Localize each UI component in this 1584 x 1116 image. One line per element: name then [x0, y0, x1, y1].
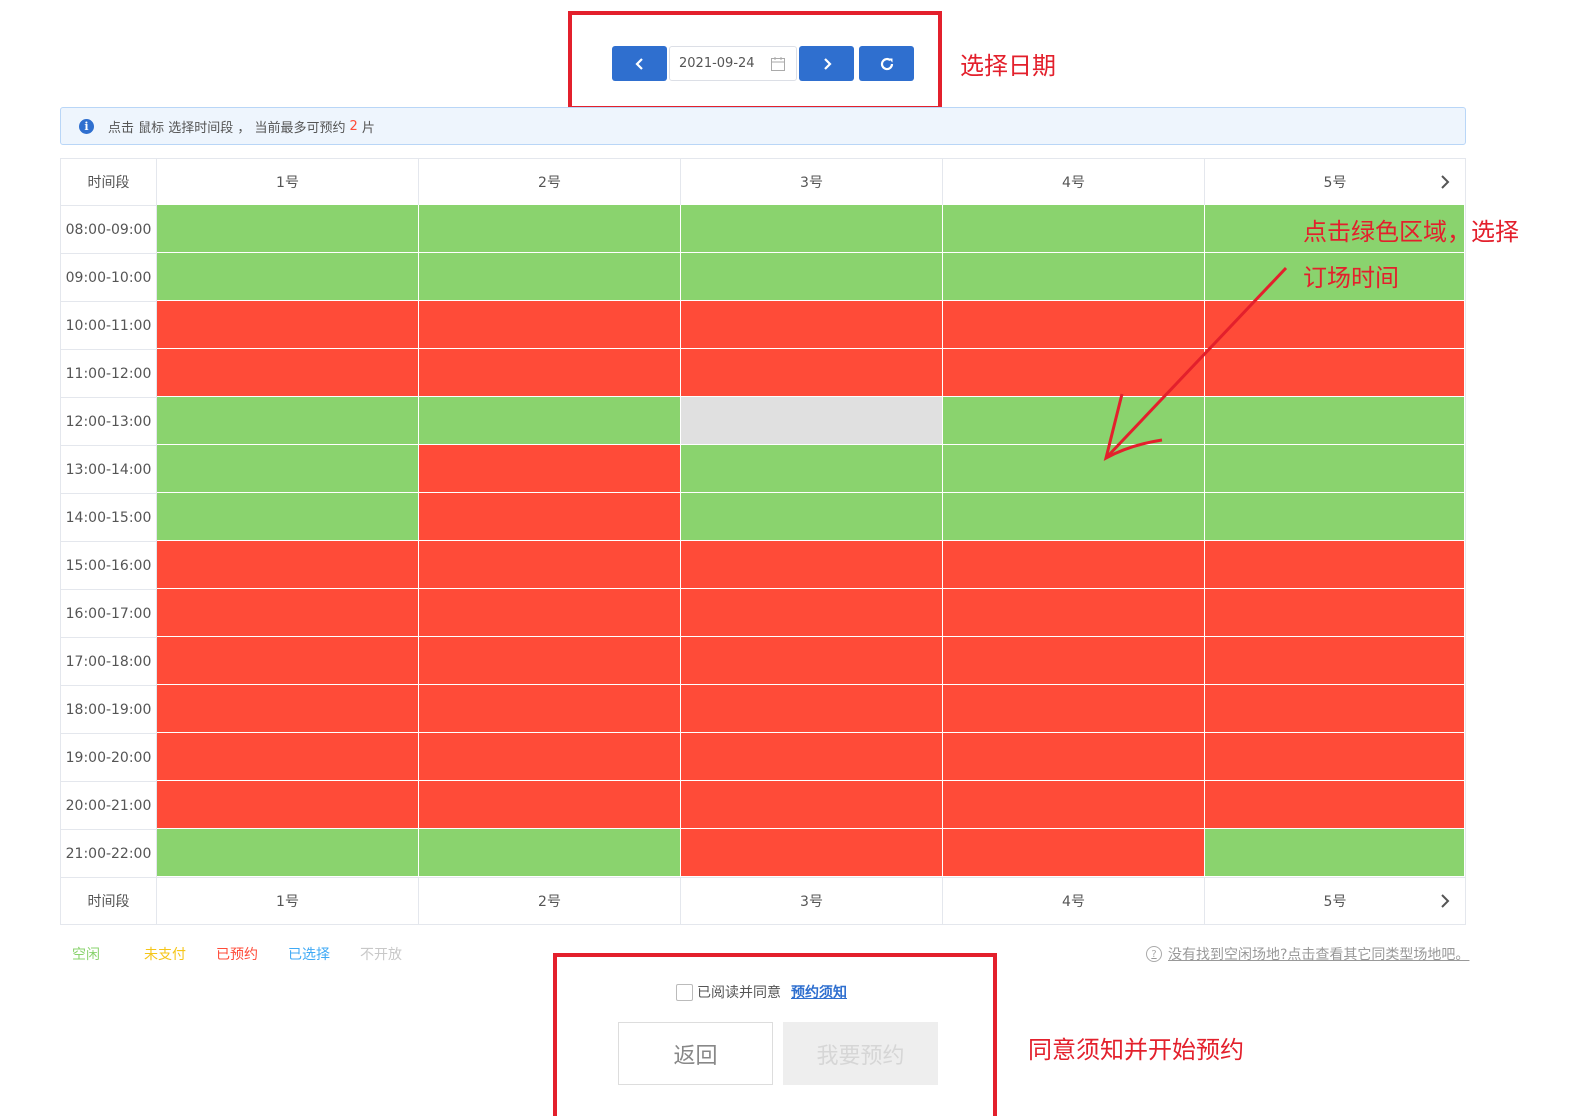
other-courts-link[interactable]: ? 没有找到空闲场地?点击查看其它同类型场地吧。: [1146, 944, 1469, 964]
agree-annotation: 同意须知并开始预约: [1028, 1036, 1244, 1064]
legend: 空闲 未支付 已预约 已选择 不开放: [72, 944, 432, 964]
book-button[interactable]: 我要预约: [783, 1022, 938, 1085]
legend-booked: 已预约: [216, 947, 258, 963]
legend-selected: 已选择: [288, 947, 330, 963]
other-courts-text: 没有找到空闲场地?点击查看其它同类型场地吧。: [1168, 947, 1470, 963]
agree-checkbox[interactable]: [676, 983, 693, 1001]
legend-free: 空闲: [72, 947, 100, 963]
agreement-row: 已阅读并同意 预约须知: [676, 982, 847, 1002]
legend-closed: 不开放: [360, 947, 402, 963]
notice-link[interactable]: 预约须知: [791, 982, 847, 1002]
agree-label: 已阅读并同意: [697, 985, 781, 1001]
back-button[interactable]: 返回: [618, 1022, 773, 1085]
question-icon: ?: [1146, 946, 1162, 962]
legend-unpaid: 未支付: [144, 947, 186, 963]
